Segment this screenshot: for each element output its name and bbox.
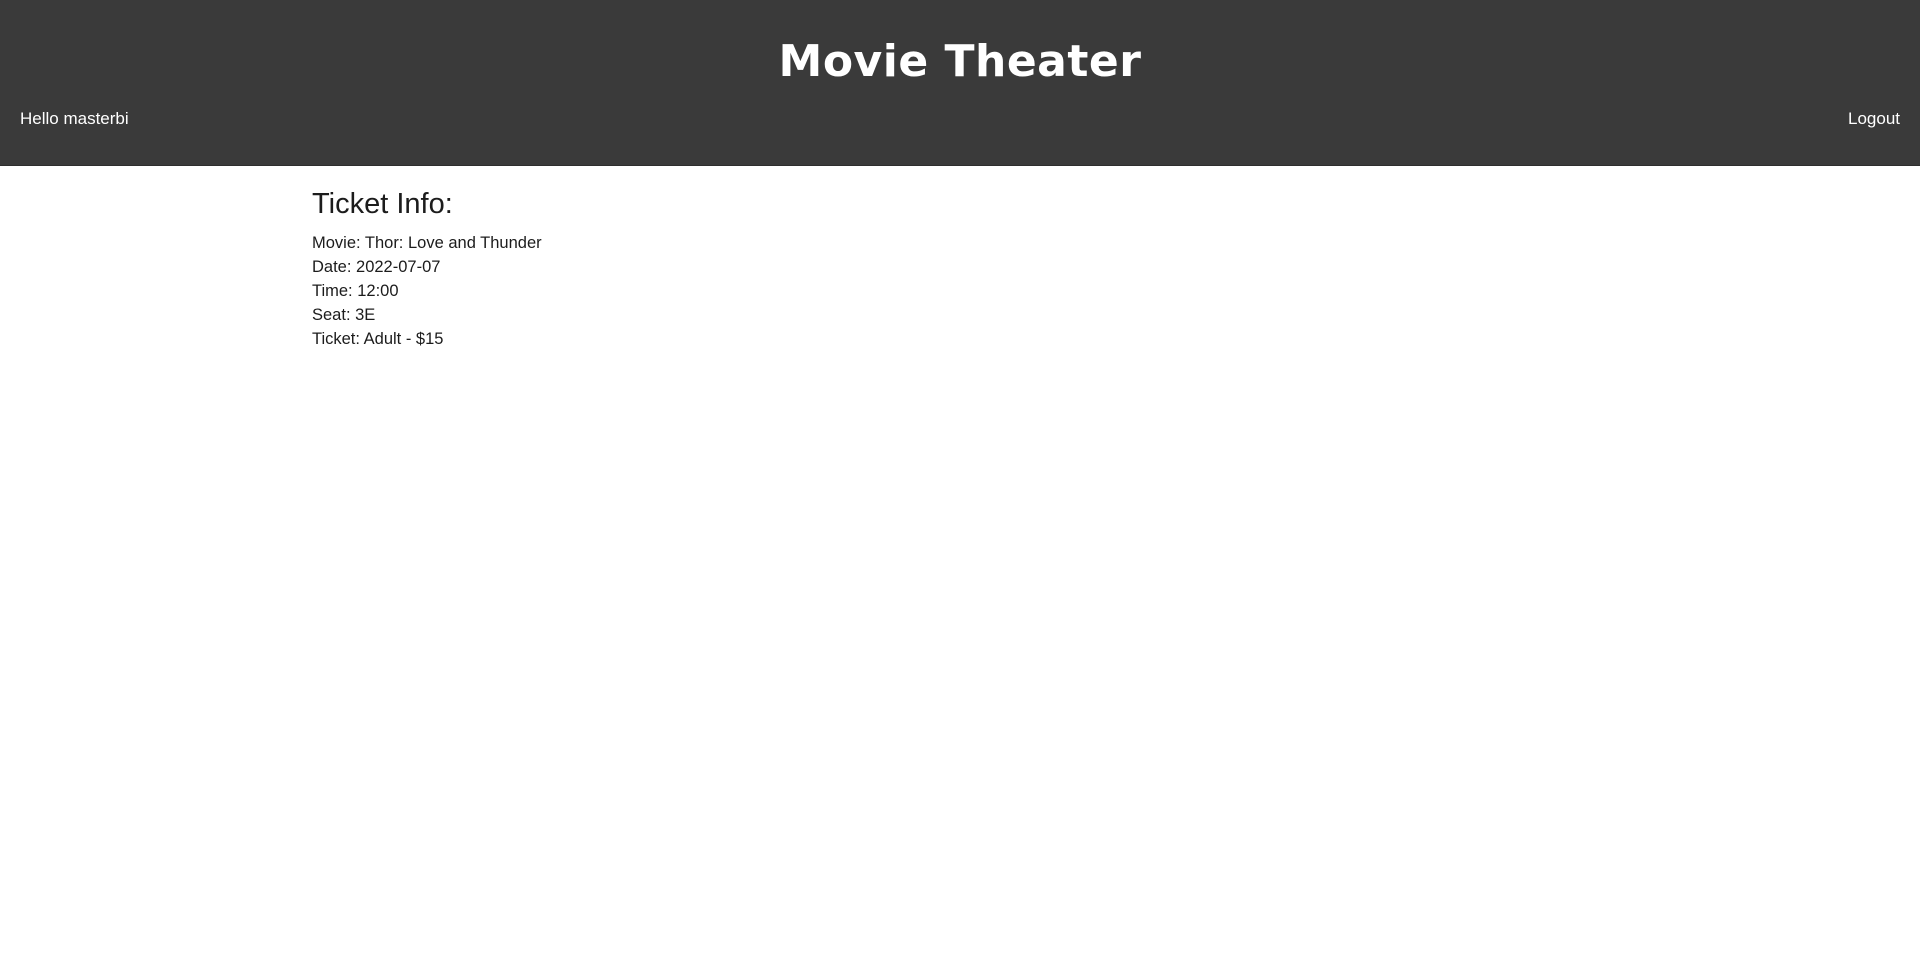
ticket-time: Time: 12:00: [312, 282, 399, 300]
ticket-info-section: Ticket Info: Movie: Thor: Love and Thund…: [312, 185, 542, 351]
user-greeting: Hello masterbi: [20, 109, 129, 128]
ticket-date: Date: 2022-07-07: [312, 258, 441, 276]
site-header: Movie Theater Hello masterbi Logout: [0, 0, 1920, 166]
site-title: Movie Theater: [778, 36, 1142, 87]
ticket-info-heading: Ticket Info:: [312, 188, 453, 220]
ticket-seat: Seat: 3E: [312, 306, 376, 324]
ticket-movie: Movie: Thor: Love and Thunder: [312, 234, 542, 252]
logout-link[interactable]: Logout: [1848, 108, 1900, 130]
ticket-type-price: Ticket: Adult - $15: [312, 330, 444, 348]
